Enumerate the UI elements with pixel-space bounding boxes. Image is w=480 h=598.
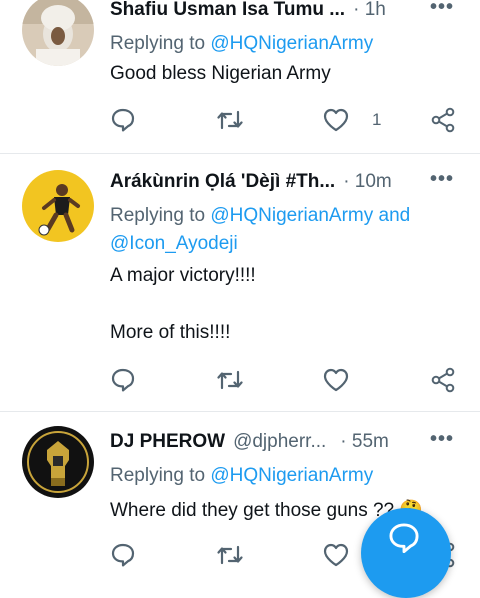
author-name[interactable]: Arákùnrin Ọlá 'Dèjì #Th...: [110, 171, 335, 193]
like-count: 1: [372, 110, 382, 129]
reply-icon: [111, 368, 135, 392]
share-button[interactable]: [429, 364, 457, 396]
reply-button[interactable]: [110, 364, 136, 396]
share-icon: [431, 107, 455, 133]
more-dots-icon[interactable]: •••: [430, 428, 454, 451]
avatar[interactable]: [22, 0, 94, 66]
tweet-time[interactable]: · 1h: [353, 0, 386, 21]
tweet-time[interactable]: · 10m: [343, 171, 392, 193]
tweet-text-2: More of this!!!!: [110, 322, 231, 343]
like-button[interactable]: 1: [322, 104, 381, 136]
mention-link-2[interactable]: @Icon_Ayodeji: [110, 233, 238, 254]
mention-link[interactable]: @HQNigerianArmy: [210, 465, 373, 486]
tweet-text: Good bless Nigerian Army: [110, 63, 331, 84]
retweet-button[interactable]: [216, 364, 244, 396]
mention-link[interactable]: @HQNigerianArmy: [210, 205, 373, 226]
author-name[interactable]: Shafiu Usman Isa Tumu ...: [110, 0, 345, 21]
more-dots-icon[interactable]: •••: [430, 0, 454, 19]
avatar[interactable]: [22, 170, 94, 242]
tweet-time[interactable]: · 55m: [340, 431, 389, 453]
avatar[interactable]: [22, 426, 94, 498]
heart-icon: [323, 368, 349, 392]
mention-link[interactable]: @HQNigerianArmy: [210, 33, 373, 54]
compose-reply-button[interactable]: [361, 508, 451, 598]
author-handle[interactable]: @djpherr...: [233, 431, 326, 453]
share-icon: [431, 367, 455, 393]
tweet-actions: 1: [0, 104, 480, 136]
replying-to: Replying to @HQNigerianArmy: [110, 33, 374, 54]
replying-to: Replying to @HQNigerianArmy: [110, 465, 374, 486]
retweet-button[interactable]: [216, 104, 244, 136]
reply-icon: [111, 543, 135, 567]
heart-icon: [323, 543, 349, 567]
tweet-actions: [0, 364, 480, 396]
retweet-button[interactable]: [216, 539, 244, 571]
author-name[interactable]: DJ PHEROW: [110, 431, 225, 453]
tweet-text: A major victory!!!!: [110, 265, 256, 286]
reply-button[interactable]: [110, 539, 136, 571]
heart-icon: [323, 108, 349, 132]
replying-to: Replying to @HQNigerianArmy and @Icon_Ay…: [110, 205, 411, 254]
retweet-icon: [217, 545, 243, 565]
retweet-icon: [217, 110, 243, 130]
reply-icon: [111, 108, 135, 132]
reply-button[interactable]: [110, 104, 136, 136]
tweet-1[interactable]: Shafiu Usman Isa Tumu ... · 1h ••• Reply…: [0, 0, 480, 153]
share-button[interactable]: [429, 104, 457, 136]
like-button[interactable]: [322, 364, 350, 396]
more-dots-icon[interactable]: •••: [430, 168, 454, 191]
retweet-icon: [217, 370, 243, 390]
compose-reply-icon: [389, 523, 419, 554]
like-button[interactable]: [322, 539, 350, 571]
tweet-2[interactable]: Arákùnrin Ọlá 'Dèjì #Th... · 10m ••• Rep…: [0, 154, 480, 411]
